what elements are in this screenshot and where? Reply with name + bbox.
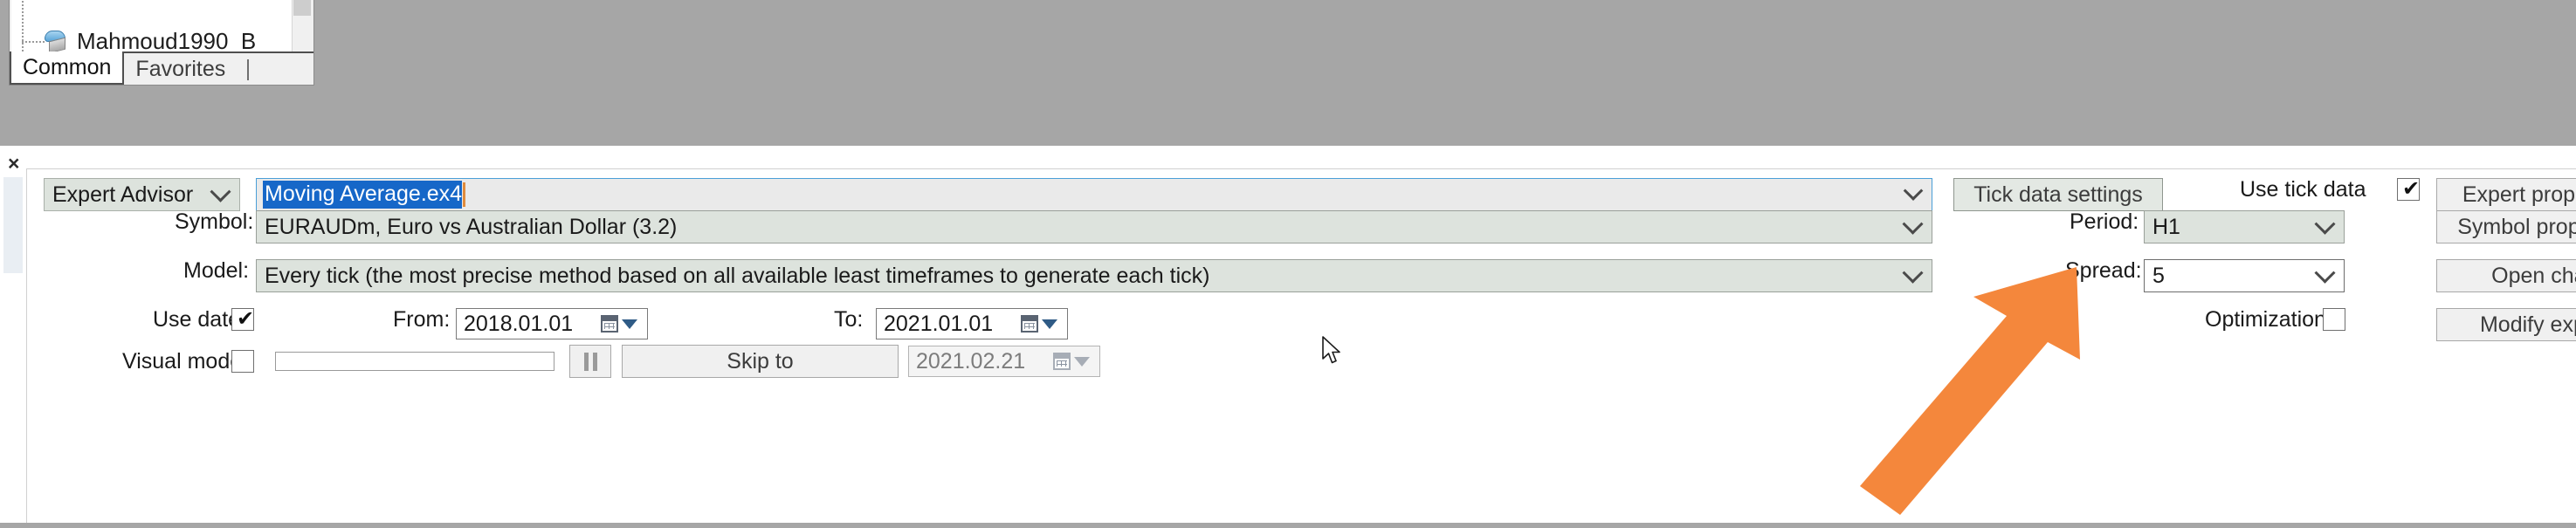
from-date-value: 2018.01.01 <box>464 311 574 336</box>
expert-type-value: Expert Advisor <box>52 182 194 207</box>
use-tick-data-label: Use tick data <box>2240 177 2366 202</box>
skip-to-date-value: 2021.02.21 <box>916 348 1026 374</box>
navigator-scrollbar[interactable] <box>292 0 312 51</box>
calendar-icon[interactable] <box>601 315 618 333</box>
pause-button[interactable] <box>569 345 611 378</box>
scrollbar-thumb[interactable] <box>293 0 311 16</box>
chevron-down-icon <box>1902 213 1924 235</box>
expert-file-combobox[interactable]: Moving Average.ex4 <box>256 178 1932 211</box>
skip-to-button[interactable]: Skip to <box>622 345 899 378</box>
check-icon: ✔ <box>237 307 255 331</box>
expert-properties-label: Expert properties <box>2462 182 2576 207</box>
check-icon: ✔ <box>2402 177 2421 201</box>
expert-properties-button[interactable]: Expert properties <box>2436 178 2576 211</box>
use-date-label: Use date <box>153 307 241 332</box>
triangle-down-icon[interactable] <box>1042 319 1057 329</box>
spread-dropdown[interactable]: 5 <box>2144 259 2345 292</box>
triangle-down-icon[interactable] <box>1074 357 1090 367</box>
text-caret <box>463 182 466 207</box>
use-date-checkbox[interactable]: ✔ <box>231 308 254 331</box>
navigator-tabs: Common Favorites <box>10 51 313 85</box>
open-chart-label: Open chart <box>2491 263 2576 288</box>
symbol-dropdown[interactable]: EURAUDm, Euro vs Australian Dollar (3.2) <box>256 210 1932 243</box>
tick-data-settings-label: Tick data settings <box>1973 182 2143 207</box>
calendar-icon[interactable] <box>1021 315 1038 333</box>
to-date-input[interactable]: 2021.01.01 <box>876 308 1068 339</box>
symbol-properties-label: Symbol properties <box>2457 214 2576 239</box>
chevron-down-icon <box>2314 213 2336 235</box>
tab-divider <box>247 59 250 80</box>
period-label: Period: <box>2070 209 2139 234</box>
model-value: Every tick (the most precise method base… <box>265 263 1210 288</box>
to-label: To: <box>834 307 864 332</box>
panel-top-rule <box>26 168 2576 169</box>
tree-connector <box>22 41 45 44</box>
optimization-checkbox[interactable] <box>2323 308 2345 331</box>
panel-divider <box>26 168 27 523</box>
visual-mode-slider[interactable] <box>275 352 554 371</box>
model-label: Model: <box>183 258 250 283</box>
navigator-tree[interactable]: MACD Sample Mahmoud1990_B Moving Average <box>11 0 293 51</box>
from-date-input[interactable]: 2018.01.01 <box>456 308 648 339</box>
triangle-down-icon[interactable] <box>622 319 637 329</box>
symbol-value: EURAUDm, Euro vs Australian Dollar (3.2) <box>265 214 678 239</box>
model-dropdown[interactable]: Every tick (the most precise method base… <box>256 259 1932 292</box>
spread-value: 5 <box>2152 263 2165 288</box>
period-value: H1 <box>2152 214 2180 239</box>
tab-label: Favorites <box>135 56 226 81</box>
period-dropdown[interactable]: H1 <box>2144 210 2345 243</box>
tester-side-accent <box>3 177 23 273</box>
list-item-label: Mahmoud1990_B <box>77 28 257 51</box>
symbol-label: Symbol: <box>175 209 254 234</box>
spread-label: Spread: <box>2065 258 2142 283</box>
chevron-down-icon <box>1902 262 1924 284</box>
to-date-value: 2021.01.01 <box>884 311 994 336</box>
chevron-down-icon <box>210 181 231 202</box>
strategy-tester-panel: × Expert Advisor Moving Average.ex4 Symb… <box>0 146 2576 523</box>
visual-mode-label: Visual mode <box>122 349 243 374</box>
skip-to-label: Skip to <box>727 348 794 374</box>
modify-expert-button[interactable]: Modify expert <box>2436 308 2576 341</box>
calendar-icon[interactable] <box>1053 353 1071 370</box>
optimization-label: Optimization <box>2205 307 2326 332</box>
mouse-pointer-icon <box>1321 336 1344 366</box>
expert-file-value: Moving Average.ex4 <box>263 181 463 209</box>
tab-common[interactable]: Common <box>10 51 125 85</box>
skip-to-date-input[interactable]: 2021.02.21 <box>908 346 1100 377</box>
from-label: From: <box>393 307 451 332</box>
visual-mode-checkbox[interactable] <box>231 350 254 373</box>
chevron-down-icon <box>2314 262 2336 284</box>
expert-advisor-icon <box>43 30 69 51</box>
tab-favorites[interactable]: Favorites <box>124 53 237 85</box>
pause-icon <box>583 352 597 371</box>
tab-label: Common <box>23 54 112 79</box>
list-item[interactable]: Mahmoud1990_B <box>11 26 293 51</box>
use-tick-data-checkbox[interactable]: ✔ <box>2397 178 2420 201</box>
modify-expert-label: Modify expert <box>2479 312 2576 337</box>
symbol-properties-button[interactable]: Symbol properties <box>2436 210 2576 243</box>
navigator-panel: MACD Sample Mahmoud1990_B Moving Average <box>9 0 314 86</box>
close-icon[interactable]: × <box>8 154 19 174</box>
open-chart-button[interactable]: Open chart <box>2436 259 2576 292</box>
chevron-down-icon <box>1903 181 1924 201</box>
